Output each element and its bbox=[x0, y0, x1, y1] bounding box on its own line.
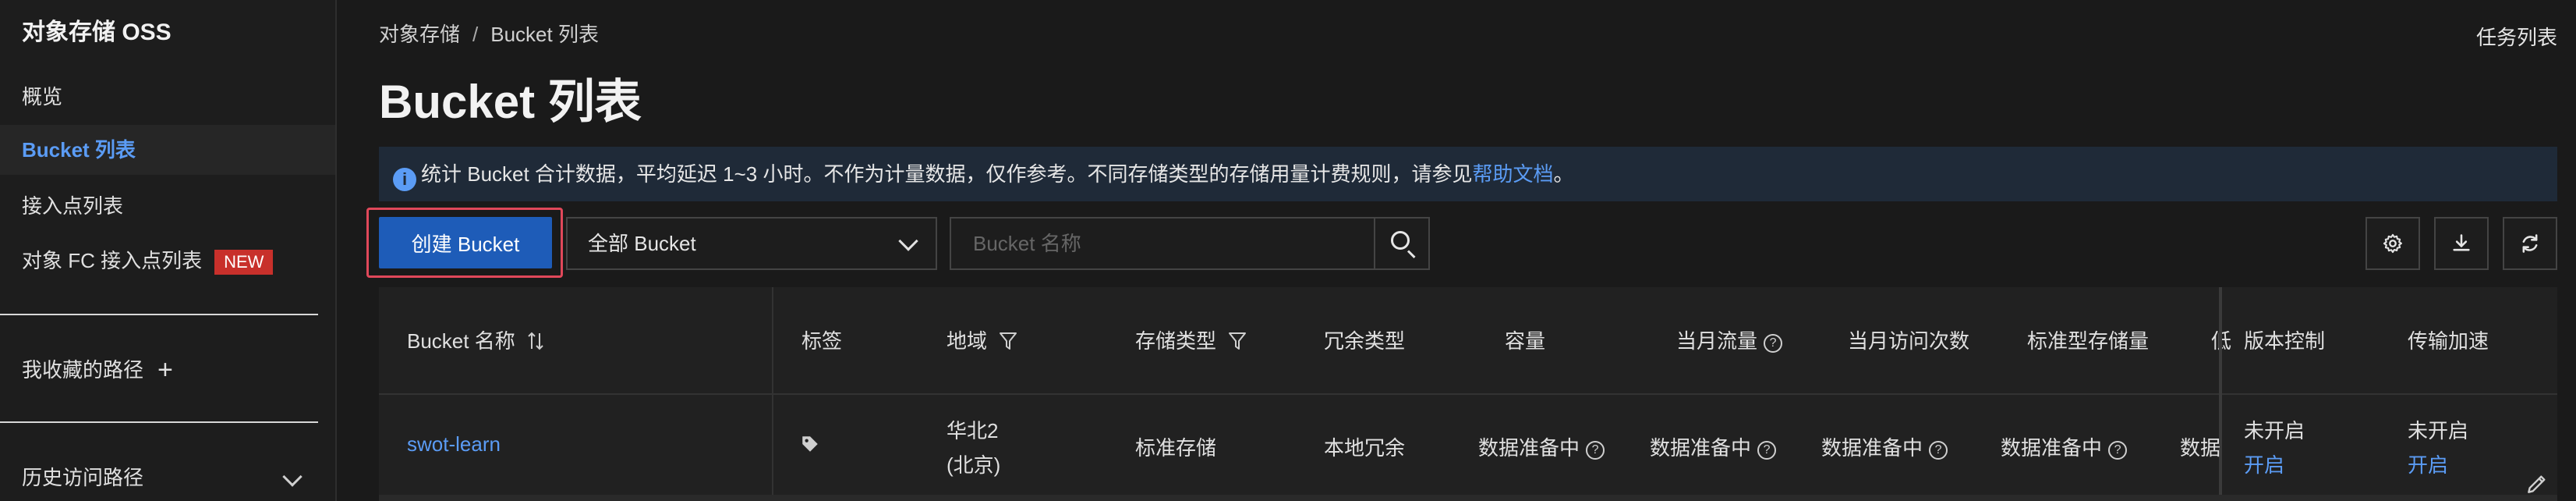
sidebar-item-label: 概览 bbox=[22, 85, 63, 108]
column-divider bbox=[772, 287, 773, 501]
refresh-icon bbox=[2522, 234, 2538, 253]
column-header-capacity: 容量 bbox=[1505, 329, 1546, 353]
column-header-name[interactable]: Bucket 名称 bbox=[407, 287, 544, 395]
edit-icon[interactable] bbox=[2525, 471, 2549, 496]
monthly-traffic-value: 数据准备中? bbox=[1650, 432, 1777, 461]
search-icon-handle bbox=[1407, 250, 1416, 259]
page-title: Bucket 列表 bbox=[379, 76, 642, 128]
column-header-tags: 标签 bbox=[801, 329, 843, 353]
column-header-acceleration: 传输加速 bbox=[2408, 329, 2489, 353]
filter-icon[interactable] bbox=[999, 331, 1017, 351]
versioning-status: 未开启 bbox=[2244, 419, 2305, 442]
search-button[interactable] bbox=[1374, 217, 1430, 270]
sidebar-title: 对象存储 OSS bbox=[22, 20, 172, 45]
info-icon: i bbox=[393, 168, 416, 191]
filter-icon[interactable] bbox=[1228, 331, 1247, 351]
sticky-column-shadow bbox=[2219, 287, 2222, 501]
region-line1: 华北2 bbox=[947, 419, 999, 442]
help-icon[interactable]: ? bbox=[1764, 334, 1783, 353]
column-label: 存储类型 bbox=[1135, 329, 1217, 353]
region-line2: (北京) bbox=[947, 453, 1001, 477]
sidebar-item-bucket-list[interactable]: Bucket 列表 bbox=[0, 125, 335, 175]
favorites-label: 我收藏的路径 bbox=[22, 358, 144, 382]
breadcrumb-separator: / bbox=[472, 23, 479, 46]
breadcrumb-item-bucket-list: Bucket 列表 bbox=[490, 23, 599, 46]
notice-text: 统计 Bucket 合计数据，平均延迟 1~3 小时。不作为计量数据，仅作参考。… bbox=[421, 162, 1473, 186]
notice-suffix: 。 bbox=[1553, 162, 1574, 186]
chevron-down-icon[interactable] bbox=[282, 467, 303, 487]
sidebar-divider bbox=[0, 314, 318, 315]
create-bucket-button[interactable]: 创建 Bucket bbox=[379, 217, 552, 268]
sidebar-history[interactable]: 历史访问路径 bbox=[0, 453, 335, 501]
enable-versioning-link[interactable]: 开启 bbox=[2244, 449, 2284, 478]
value-text: 数据准备中 bbox=[2001, 436, 2103, 460]
chevron-down-icon bbox=[898, 231, 918, 251]
column-label: 地域 bbox=[947, 329, 988, 353]
standard-storage-value: 数据准备中? bbox=[2001, 432, 2128, 461]
sidebar-item-fc-access-points[interactable]: 对象 FC 接入点列表 NEW bbox=[0, 236, 335, 286]
table-scrollbar[interactable] bbox=[379, 495, 2557, 501]
search-icon bbox=[1391, 231, 1410, 250]
help-icon[interactable]: ? bbox=[1586, 441, 1605, 460]
sort-icon[interactable] bbox=[527, 331, 544, 351]
storage-class-value: 标准存储 bbox=[1135, 436, 1217, 460]
sidebar-item-overview[interactable]: 概览 bbox=[0, 72, 335, 122]
value-text: 数据准备中 bbox=[1478, 436, 1580, 460]
sidebar-item-label: 对象 FC 接入点列表 bbox=[22, 249, 203, 272]
tag-icon[interactable] bbox=[800, 434, 820, 454]
column-header-redundancy: 冗余类型 bbox=[1324, 329, 1406, 353]
sidebar-divider bbox=[0, 421, 318, 423]
help-doc-link[interactable]: 帮助文档 bbox=[1473, 162, 1554, 186]
sidebar-item-label: 接入点列表 bbox=[22, 194, 124, 218]
column-label: Bucket 名称 bbox=[407, 329, 515, 353]
plus-icon[interactable]: + bbox=[157, 345, 173, 395]
download-button[interactable] bbox=[2434, 217, 2489, 270]
value-text: 数据准备中 bbox=[1821, 436, 1923, 460]
task-list-link[interactable]: 任务列表 bbox=[2476, 22, 2557, 51]
sidebar-item-access-points[interactable]: 接入点列表 bbox=[0, 181, 335, 231]
value-text: 数据准备中 bbox=[1650, 436, 1752, 460]
enable-acceleration-link[interactable]: 开启 bbox=[2408, 449, 2448, 478]
sidebar-item-label: Bucket 列表 bbox=[22, 138, 136, 162]
bucket-search-input[interactable] bbox=[950, 217, 1375, 270]
redundancy-value: 本地冗余 bbox=[1324, 436, 1406, 460]
settings-button[interactable] bbox=[2365, 217, 2420, 270]
breadcrumb: 对象存储 / Bucket 列表 bbox=[379, 19, 599, 48]
help-icon[interactable]: ? bbox=[1929, 441, 1948, 460]
column-header-monthly-traffic: 当月流量? bbox=[1676, 287, 1783, 395]
bucket-name-link[interactable]: swot-learn bbox=[407, 432, 501, 457]
capacity-value: 数据准备中? bbox=[1478, 432, 1605, 461]
column-header-monthly-visits: 当月访问次数 bbox=[1848, 329, 1970, 353]
bucket-filter-select[interactable]: 全部 Bucket bbox=[566, 217, 937, 270]
column-header-standard-storage: 标准型存储量 bbox=[2027, 329, 2150, 353]
column-header-versioning: 版本控制 bbox=[2244, 329, 2326, 353]
filter-value: 全部 Bucket bbox=[588, 232, 696, 255]
acceleration-status: 未开启 bbox=[2408, 419, 2469, 442]
new-badge: NEW bbox=[214, 250, 274, 275]
bucket-table: Bucket 名称 标签 地域 存储类型 冗余类型 容量 当月流量? 当月访问次… bbox=[379, 287, 2557, 501]
sidebar: 对象存储 OSS 概览 Bucket 列表 接入点列表 对象 FC 接入点列表 N… bbox=[0, 0, 337, 501]
breadcrumb-item-oss[interactable]: 对象存储 bbox=[379, 23, 460, 46]
column-header-region[interactable]: 地域 bbox=[947, 287, 1017, 395]
sidebar-favorites[interactable]: 我收藏的路径 + bbox=[0, 345, 335, 395]
history-label: 历史访问路径 bbox=[22, 466, 144, 489]
gear-icon bbox=[2383, 233, 2403, 254]
truncated-value: 数据 bbox=[2180, 436, 2221, 460]
help-icon[interactable]: ? bbox=[2108, 441, 2128, 460]
column-label: 当月流量 bbox=[1676, 329, 1758, 353]
download-icon bbox=[2453, 234, 2470, 251]
column-header-storage-class[interactable]: 存储类型 bbox=[1135, 287, 1247, 395]
refresh-button[interactable] bbox=[2503, 217, 2557, 270]
info-notice: i 统计 Bucket 合计数据，平均延迟 1~3 小时。不作为计量数据，仅作参考… bbox=[379, 147, 2557, 201]
help-icon[interactable]: ? bbox=[1757, 441, 1777, 460]
table-header: Bucket 名称 标签 地域 存储类型 冗余类型 容量 当月流量? 当月访问次… bbox=[379, 287, 2557, 395]
monthly-visits-value: 数据准备中? bbox=[1821, 432, 1948, 461]
